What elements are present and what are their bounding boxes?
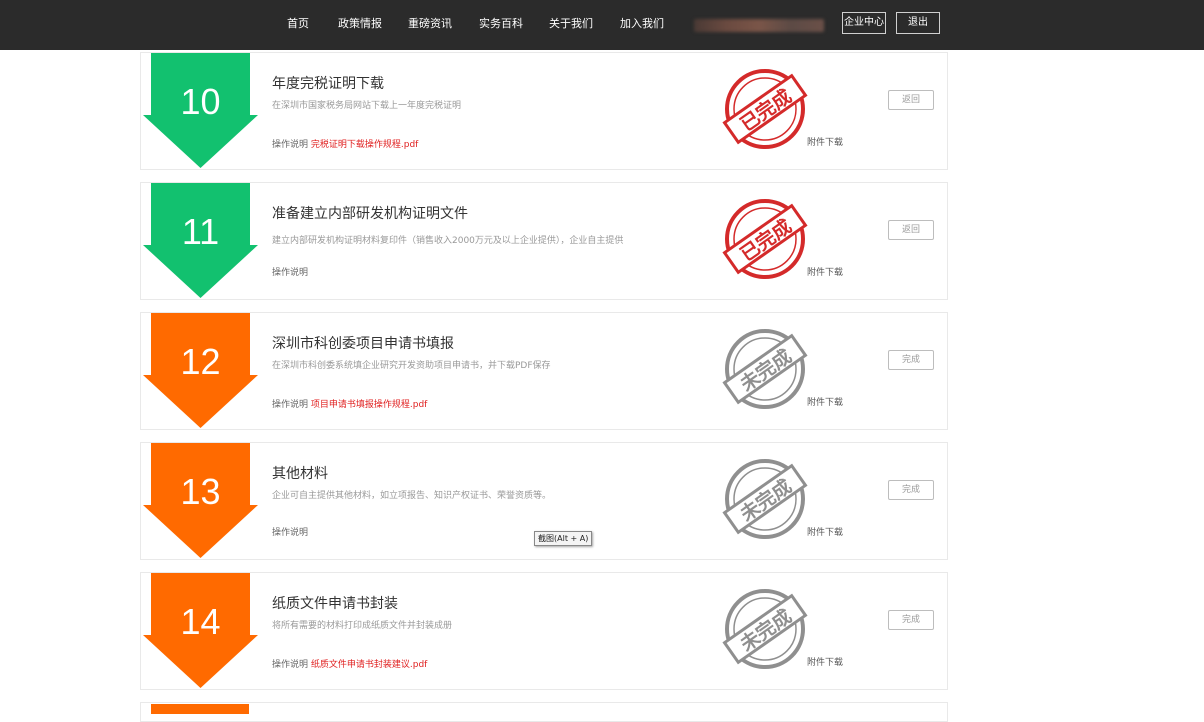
stamp-graphic: 已完成 [722, 69, 808, 149]
step-instructions: 操作说明 完税证明下载操作规程.pdf [272, 139, 418, 151]
instructions-file-link[interactable]: 纸质文件申请书封装建议.pdf [311, 660, 427, 670]
complete-button[interactable]: 完成 [888, 480, 934, 500]
attachment-download-link[interactable]: 附件下载 [807, 397, 843, 409]
step-card [140, 52, 948, 170]
stamp-graphic: 未完成 [722, 589, 808, 669]
attachment-download-link[interactable]: 附件下载 [807, 657, 843, 669]
completed-stamp-icon: 已完成 [722, 196, 808, 282]
pending-stamp-icon: 未完成 [722, 586, 808, 672]
stamp-graphic: 已完成 [722, 199, 808, 279]
nav-join[interactable]: 加入我们 [620, 17, 664, 31]
instructions-file-link[interactable]: 项目申请书填报操作规程.pdf [311, 400, 427, 410]
nav-policy[interactable]: 政策情报 [338, 17, 382, 31]
step-title: 年度完税证明下载 [272, 76, 384, 92]
instructions-label: 操作说明 [272, 660, 309, 670]
step-number: 14 [180, 601, 221, 642]
instructions-label: 操作说明 [272, 400, 309, 410]
step-instructions: 操作说明 纸质文件申请书封装建议.pdf [272, 659, 427, 671]
step-title: 深圳市科创委项目申请书填报 [272, 336, 454, 352]
enterprise-center-button[interactable]: 企业中心 [842, 12, 886, 34]
nav-about[interactable]: 关于我们 [549, 17, 593, 31]
attachment-download-link[interactable]: 附件下载 [807, 527, 843, 539]
down-arrow-icon [151, 704, 249, 714]
down-arrow-icon: 14 [143, 573, 258, 688]
instructions-file-link[interactable]: 完税证明下载操作规程.pdf [311, 140, 418, 150]
top-navbar: 首页 政策情报 重磅资讯 实务百科 关于我们 加入我们 企业中心 退出 [0, 0, 1204, 50]
step-title: 纸质文件申请书封装 [272, 596, 398, 612]
blurred-username [694, 19, 824, 32]
step-instructions: 操作说明 项目申请书填报操作规程.pdf [272, 399, 427, 411]
pending-stamp-icon: 未完成 [722, 456, 808, 542]
screenshot-tooltip: 截图(Alt + A) [534, 531, 593, 546]
step-description: 建立内部研发机构证明材料复印件（销售收入2000万元及以上企业提供），企业自主提… [272, 236, 624, 246]
complete-button[interactable]: 完成 [888, 350, 934, 370]
complete-button[interactable]: 完成 [888, 610, 934, 630]
pending-stamp-icon: 未完成 [722, 326, 808, 412]
attachment-download-link[interactable]: 附件下载 [807, 267, 843, 279]
logout-button[interactable]: 退出 [896, 12, 940, 34]
down-arrow-icon: 12 [143, 313, 258, 428]
stamp-graphic: 未完成 [722, 329, 808, 409]
completed-stamp-icon: 已完成 [722, 66, 808, 152]
step-card-partial [140, 702, 948, 722]
return-button[interactable]: 返回 [888, 220, 934, 240]
step-title: 准备建立内部研发机构证明文件 [272, 206, 468, 222]
instructions-label: 操作说明 [272, 268, 309, 278]
down-arrow-icon: 11 [143, 183, 258, 298]
step-number: 12 [180, 341, 221, 382]
down-arrow-icon: 10 [143, 53, 258, 168]
step-description: 企业可自主提供其他材料，如立项报告、知识产权证书、荣誉资质等。 [272, 491, 552, 501]
nav-encyclopedia[interactable]: 实务百科 [479, 17, 523, 31]
down-arrow-icon: 13 [143, 443, 258, 558]
step-number: 10 [180, 81, 221, 122]
step-instructions: 操作说明 [272, 527, 308, 539]
step-number: 13 [180, 471, 221, 512]
nav-news[interactable]: 重磅资讯 [408, 17, 452, 31]
nav-home[interactable]: 首页 [287, 17, 309, 31]
step-description: 在深圳市国家税务局网站下载上一年度完税证明 [272, 101, 462, 111]
step-number: 11 [181, 211, 220, 252]
attachment-download-link[interactable]: 附件下载 [807, 137, 843, 149]
step-title: 其他材料 [272, 466, 328, 482]
instructions-label: 操作说明 [272, 528, 309, 538]
return-button[interactable]: 返回 [888, 90, 934, 110]
step-card [140, 572, 948, 690]
step-description: 在深圳市科创委系统填企业研究开发资助项目申请书，并下载PDF保存 [272, 361, 551, 371]
instructions-label: 操作说明 [272, 140, 309, 150]
step-instructions: 操作说明 [272, 267, 308, 279]
stamp-graphic: 未完成 [722, 459, 808, 539]
step-description: 将所有需要的材料打印成纸质文件并封装成册 [272, 621, 453, 631]
